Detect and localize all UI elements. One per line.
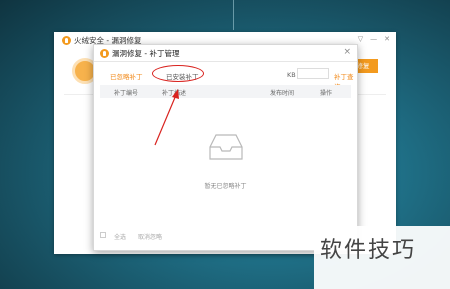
close-icon[interactable]: ✕ xyxy=(384,35,390,43)
column-header-id: 补丁编号 xyxy=(114,90,139,97)
huorong-logo-icon xyxy=(100,49,109,58)
minimize-icon[interactable]: — xyxy=(370,35,377,43)
dialog-title: 漏洞修复 - 补丁管理 xyxy=(100,48,179,59)
cancel-ignore-button[interactable]: 取消忽略 xyxy=(138,232,162,241)
wallpaper-line xyxy=(233,0,234,30)
dialog-close-icon[interactable]: × xyxy=(343,47,351,57)
column-header-action: 操作 xyxy=(320,90,333,97)
tab-ignored-patches[interactable]: 已忽略补丁 xyxy=(110,71,143,81)
dialog-title-text: 漏洞修复 - 补丁管理 xyxy=(112,49,180,58)
watermark-text: 软件技巧 xyxy=(320,238,417,263)
kb-label: KB xyxy=(287,71,296,79)
column-header-release-date: 发布时间 xyxy=(270,90,295,97)
annotation-arrow xyxy=(154,89,179,146)
annotation-circle xyxy=(152,65,204,82)
menu-icon[interactable]: ▽ xyxy=(358,35,363,43)
empty-inbox-icon xyxy=(209,134,243,160)
empty-state-text: 暂无已忽略补丁 xyxy=(204,183,247,190)
window-controls: ▽ — ✕ xyxy=(358,35,390,43)
table-header: 补丁编号 补丁描述 发布时间 操作 xyxy=(100,85,351,98)
patch-management-dialog: 漏洞修复 - 补丁管理 × 已忽略补丁 已安装补丁 KB 补丁查询 补丁编号 补… xyxy=(93,44,358,251)
huorong-logo-icon xyxy=(62,36,71,45)
watermark: 软件技巧 xyxy=(314,226,450,289)
kb-search-input[interactable] xyxy=(297,68,329,79)
select-all-label[interactable]: 全选 xyxy=(114,232,126,241)
divider xyxy=(94,61,357,62)
select-all-checkbox[interactable] xyxy=(100,232,106,238)
